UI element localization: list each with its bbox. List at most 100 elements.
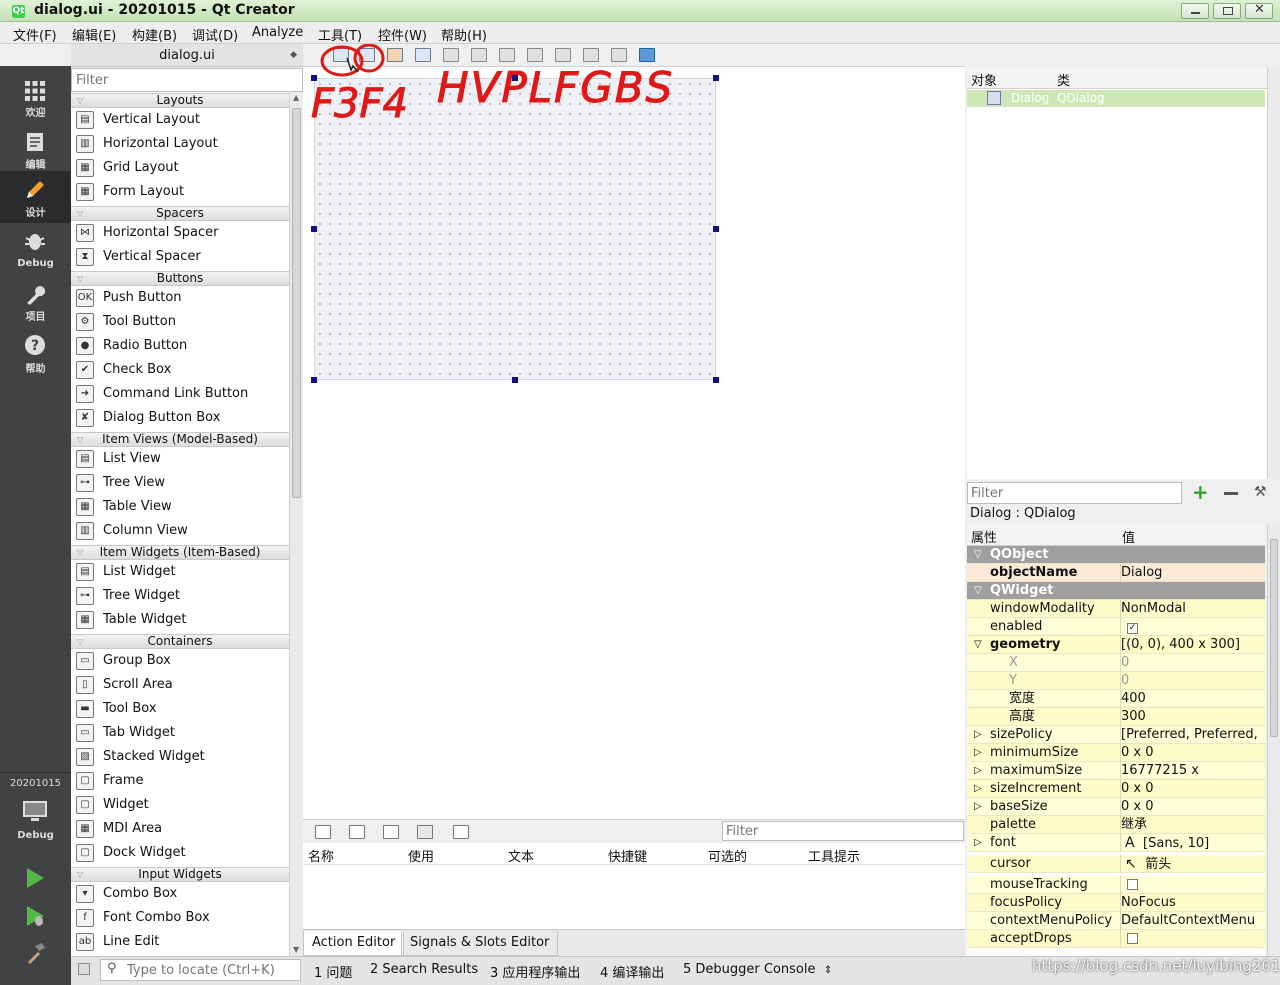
configure-wrench-icon[interactable]: ⚒ <box>1254 484 1267 500</box>
output-pane-debugger-console[interactable]: 5 Debugger Console <box>683 962 816 977</box>
property-row[interactable]: X0 <box>967 654 1265 672</box>
expanded-arrow-icon[interactable]: ▽ <box>974 546 982 564</box>
property-checkbox[interactable] <box>1127 879 1138 890</box>
widget-item[interactable]: ⋈ Horizontal Spacer <box>71 221 289 245</box>
property-checkbox[interactable]: ✓ <box>1127 623 1138 634</box>
property-value[interactable]: ↖ 箭头 <box>1120 855 1265 873</box>
property-row[interactable]: ▷ sizeIncrement 0 x 0 <box>967 780 1265 798</box>
object-row-dialog[interactable]: Dialog QDialog <box>967 90 1265 107</box>
property-row[interactable]: 宽度 400 <box>967 690 1265 708</box>
object-inspector-scrollbar[interactable] <box>1267 67 1280 479</box>
widget-item[interactable]: ⊶ Tree View <box>71 471 289 495</box>
widget-item[interactable]: ▤ List Widget <box>71 560 289 584</box>
collapsed-arrow-icon[interactable]: ▷ <box>974 798 982 816</box>
column-header-class[interactable]: 类 <box>1057 70 1070 89</box>
resize-handle[interactable] <box>713 226 719 232</box>
widget-item[interactable]: ▦ Table View <box>71 495 289 519</box>
property-row[interactable]: mouseTracking <box>967 876 1265 894</box>
menu-file[interactable]: 文件(F) <box>13 25 57 44</box>
property-value[interactable]: [Preferred, Preferred, 0, 0] <box>1120 726 1265 744</box>
property-value[interactable]: 0 <box>1120 672 1265 690</box>
widget-item[interactable]: OK Push Button <box>71 286 289 310</box>
property-row[interactable]: acceptDrops <box>967 930 1265 948</box>
output-pane-application-output[interactable]: 3 应用程序输出 <box>490 962 580 981</box>
menu-build[interactable]: 构建(B) <box>132 25 177 44</box>
resize-handle[interactable] <box>713 75 719 81</box>
widget-item[interactable]: ▢ Dock Widget <box>71 841 289 865</box>
collapsed-arrow-icon[interactable]: ▷ <box>974 744 982 762</box>
layout-grid-icon[interactable] <box>583 48 599 62</box>
layout-vertically-icon[interactable] <box>471 48 487 62</box>
property-row[interactable]: windowModality NonModal <box>967 600 1265 618</box>
minimize-button[interactable] <box>1181 3 1209 19</box>
new-action-icon[interactable] <box>315 825 331 839</box>
action-filter-input[interactable] <box>722 821 964 841</box>
widget-item[interactable]: ▥ Horizontal Layout <box>71 132 289 156</box>
property-row[interactable]: Y0 <box>967 672 1265 690</box>
widget-item[interactable]: ⚙ Tool Button <box>71 310 289 334</box>
widget-item[interactable]: ⧗ Vertical Spacer <box>71 245 289 269</box>
collapsed-arrow-icon[interactable]: ▷ <box>974 762 982 780</box>
property-row[interactable]: contextMenuPolicy DefaultContextMenu <box>967 912 1265 930</box>
widget-item[interactable]: ▾ Combo Box <box>71 882 289 906</box>
property-row[interactable]: cursor ↖ 箭头 <box>967 855 1265 873</box>
property-value[interactable] <box>1120 930 1265 948</box>
file-switch-arrows-icon[interactable]: ◆ <box>290 44 297 67</box>
property-editor-scrollbar[interactable] <box>1267 525 1280 956</box>
category-header[interactable]: ▽ Item Widgets (Item-Based) <box>71 545 289 560</box>
widget-item[interactable]: ▭ Group Box <box>71 649 289 673</box>
widget-item[interactable]: ▯ Scroll Area <box>71 673 289 697</box>
copy-action-icon[interactable] <box>349 825 365 839</box>
widgetbox-filter-input[interactable] <box>71 68 303 92</box>
widget-item[interactable]: ▭ Tab Widget <box>71 721 289 745</box>
resize-handle[interactable] <box>311 226 317 232</box>
edit-buddies-icon[interactable] <box>387 48 403 62</box>
property-value[interactable]: 0 <box>1120 654 1265 672</box>
column-header-used[interactable]: 使用 <box>408 846 434 865</box>
locator-input[interactable] <box>100 959 301 981</box>
resize-handle[interactable] <box>713 377 719 383</box>
tab-action-editor[interactable]: Action Editor <box>303 931 405 956</box>
resize-handle[interactable] <box>311 75 317 81</box>
collapsed-arrow-icon[interactable]: ▷ <box>974 726 982 744</box>
menu-analyze[interactable]: Analyze <box>252 25 303 40</box>
widget-item[interactable]: ▥ Column View <box>71 519 289 543</box>
property-row[interactable]: objectName Dialog <box>967 564 1265 582</box>
resize-handle[interactable] <box>512 377 518 383</box>
resize-handle[interactable] <box>512 75 518 81</box>
column-header-shortcut[interactable]: 快捷键 <box>608 846 647 865</box>
mode-projects[interactable]: 项目 <box>0 280 71 332</box>
column-header-text[interactable]: 文本 <box>508 846 534 865</box>
property-value[interactable]: NonModal <box>1120 600 1265 618</box>
run-icon[interactable] <box>24 866 46 890</box>
resize-handle[interactable] <box>311 377 317 383</box>
property-row[interactable]: ▷ minimumSize 0 x 0 <box>967 744 1265 762</box>
property-row[interactable]: focusPolicy NoFocus <box>967 894 1265 912</box>
property-group-row[interactable]: ▽ QObject <box>967 546 1265 564</box>
property-group-row[interactable]: ▽ QWidget <box>967 582 1265 600</box>
column-header-tooltip[interactable]: 工具提示 <box>808 846 860 865</box>
break-layout-icon[interactable] <box>611 48 627 62</box>
menu-edit[interactable]: 编辑(E) <box>72 25 116 44</box>
mode-help[interactable]: ? 帮助 <box>0 332 71 384</box>
mode-debug[interactable]: Debug <box>0 226 71 278</box>
close-button[interactable]: ✕ <box>1245 2 1273 19</box>
property-value[interactable]: 400 <box>1120 690 1265 708</box>
widget-item[interactable]: ▤ Vertical Layout <box>71 108 289 132</box>
column-header-checkable[interactable]: 可选的 <box>708 846 747 865</box>
widget-item[interactable]: ▦ Grid Layout <box>71 156 289 180</box>
configure-action-icon[interactable] <box>453 825 469 839</box>
action-table-body[interactable] <box>303 865 965 929</box>
tab-signals-slots-editor[interactable]: Signals & Slots Editor <box>401 931 559 956</box>
menu-help[interactable]: 帮助(H) <box>441 25 487 44</box>
layout-vertical-splitter-icon[interactable] <box>527 48 543 62</box>
category-header[interactable]: ▽ Spacers <box>71 206 289 221</box>
column-header-property[interactable]: 属性 <box>971 527 997 546</box>
property-value[interactable]: 0 x 0 <box>1120 744 1265 762</box>
mode-design[interactable]: 设计 <box>0 171 71 223</box>
property-row[interactable]: palette 继承 <box>967 816 1265 834</box>
maximize-button[interactable] <box>1213 3 1241 19</box>
property-checkbox[interactable] <box>1127 933 1138 944</box>
widgetbox-scroll-thumb[interactable] <box>292 108 301 498</box>
output-pane-issues[interactable]: 1 问题 <box>314 962 352 981</box>
